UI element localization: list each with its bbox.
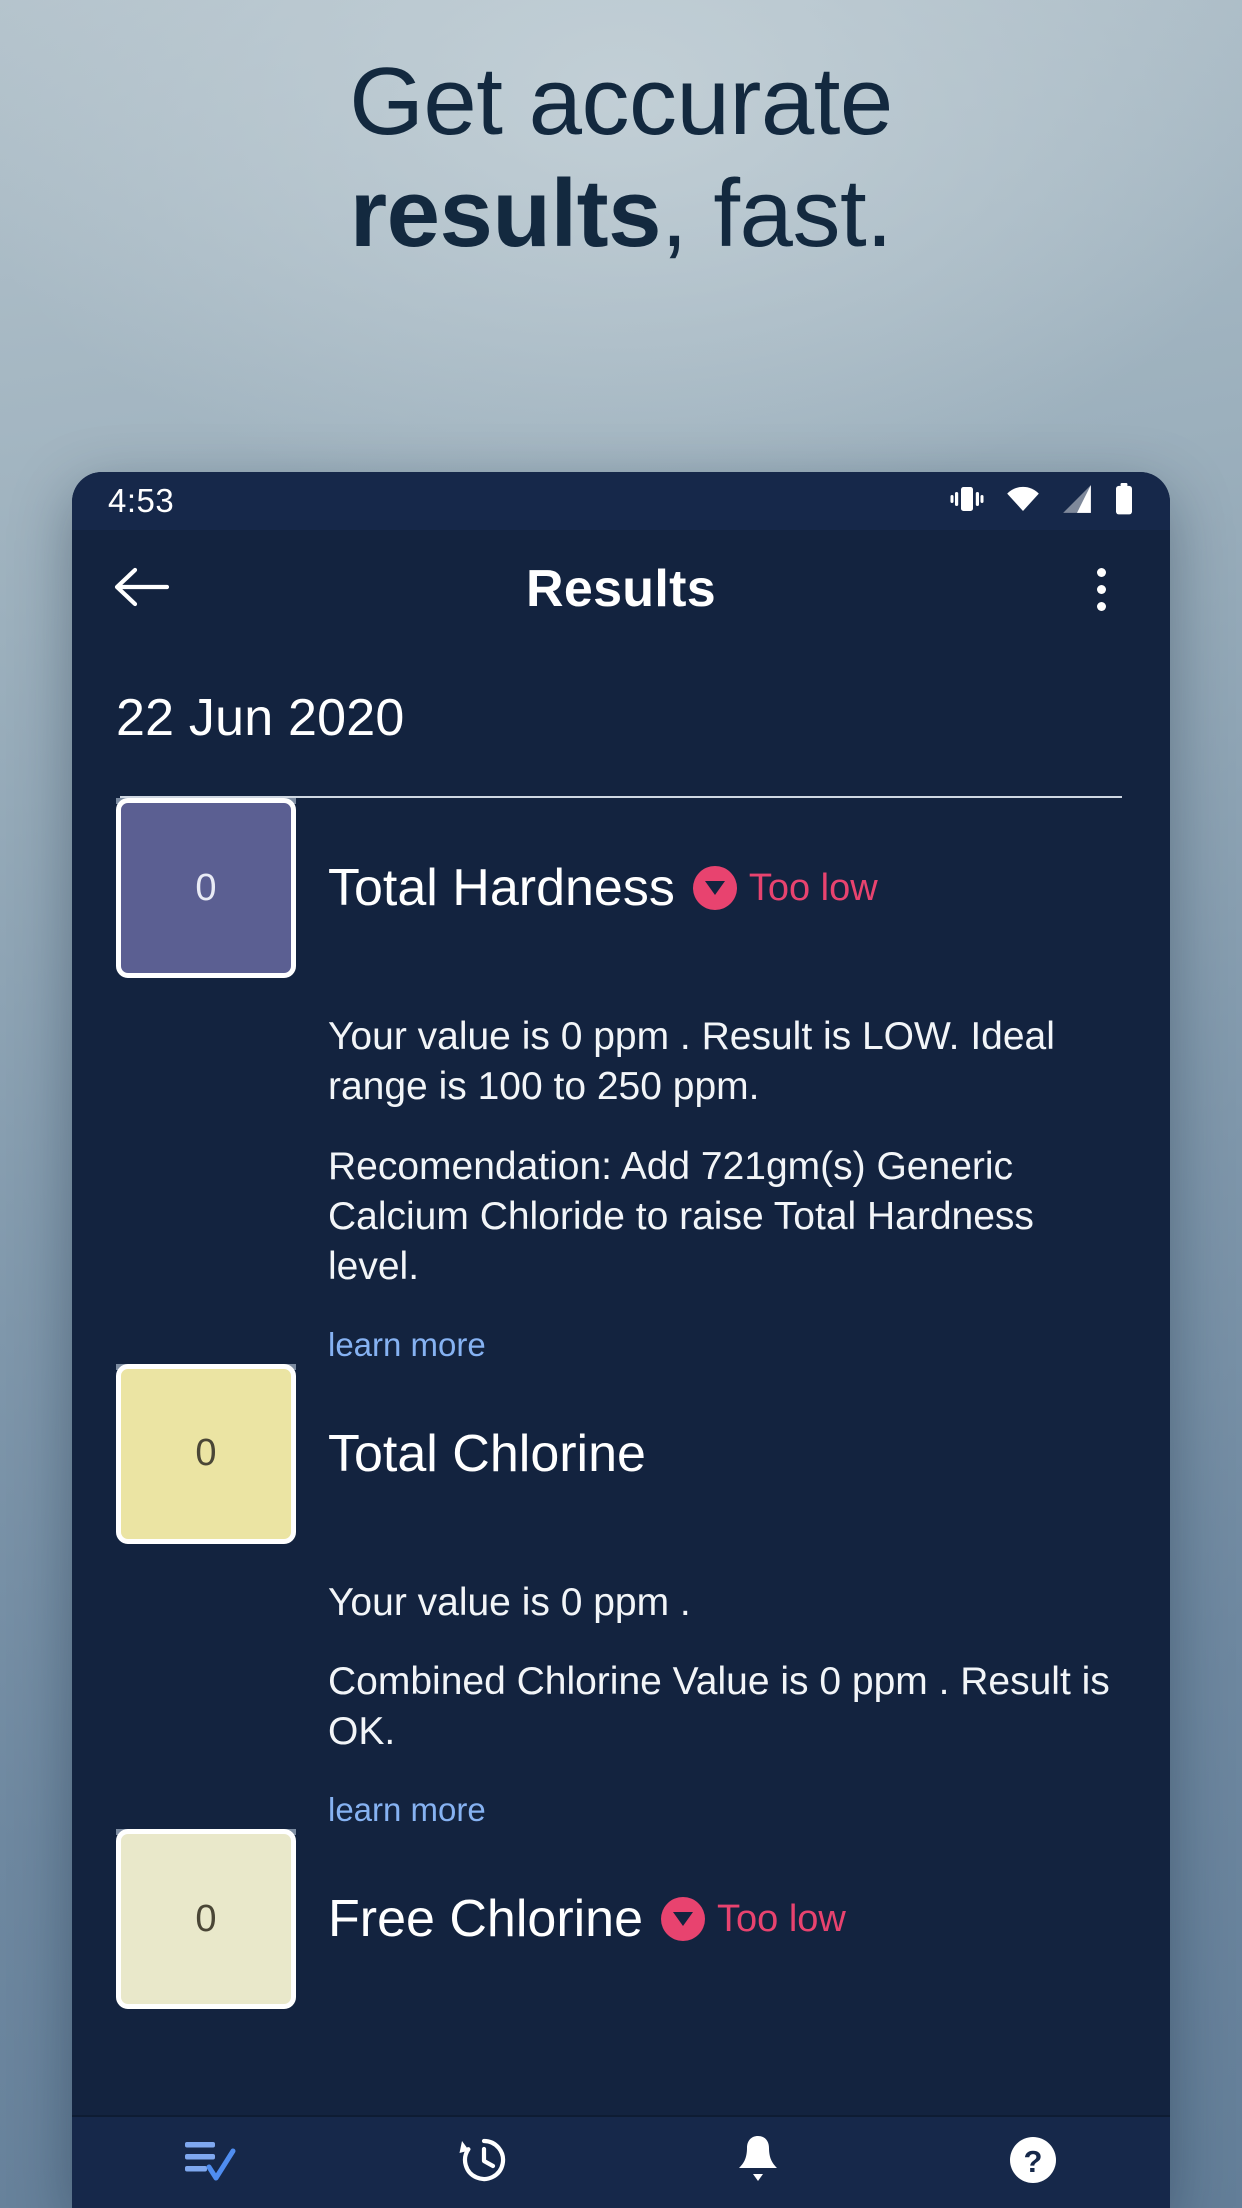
result-date: 22 Jun 2020 bbox=[116, 689, 405, 747]
result-value-swatch: 0 bbox=[116, 1363, 296, 1544]
triangle-down-icon bbox=[661, 1897, 706, 1942]
result-description: Recomendation: Add 721gm(s) Generic Calc… bbox=[328, 1144, 1034, 1288]
result-description: Combined Chlorine Value is 0 ppm . Resul… bbox=[328, 1660, 1110, 1754]
vibrate-icon bbox=[950, 484, 984, 519]
status-badge: Too low bbox=[661, 1897, 846, 1942]
cell-signal-icon bbox=[1062, 484, 1092, 519]
playlist-check-icon bbox=[181, 2134, 237, 2191]
nav-item-help[interactable]: ? bbox=[896, 2134, 1171, 2191]
page-title: Results bbox=[526, 560, 716, 618]
app-bar: Results bbox=[72, 530, 1170, 648]
nav-item-tests[interactable] bbox=[72, 2134, 347, 2191]
promo-line-2-rest: , fast. bbox=[661, 159, 893, 267]
bottom-navigation: ? bbox=[72, 2115, 1170, 2208]
status-bar-clock: 4:53 bbox=[108, 482, 175, 519]
learn-more-link[interactable]: learn more bbox=[328, 1326, 486, 1364]
result-value-swatch: 0 bbox=[116, 1829, 296, 2010]
back-button[interactable] bbox=[108, 556, 174, 622]
status-label: Too low bbox=[717, 1897, 846, 1940]
results-list: 0 Total Hardness Too low Your value is 0 pp… bbox=[72, 798, 1170, 2010]
status-label: Too low bbox=[748, 866, 878, 909]
result-header: Total Chlorine bbox=[328, 1364, 1130, 1544]
result-value-swatch: 0 bbox=[116, 798, 296, 978]
promo-line-1: Get accurate bbox=[349, 48, 893, 155]
promo-headline: Get accurate results, fast. bbox=[0, 0, 1242, 264]
battery-icon bbox=[1114, 482, 1134, 520]
result-row: 0 Total Chlorine Your value is 0 ppm . Comb… bbox=[72, 1363, 1170, 1830]
help-circle-icon: ? bbox=[1007, 2134, 1059, 2191]
result-block[interactable]: 0 Free Chlorine Too low bbox=[72, 1829, 1170, 2010]
result-block[interactable]: 0 Total Hardness Too low Your value is 0 pp… bbox=[72, 798, 1170, 1364]
history-icon bbox=[458, 2134, 510, 2191]
overflow-menu-button[interactable] bbox=[1068, 556, 1134, 622]
learn-more-link[interactable]: learn more bbox=[328, 1791, 486, 1829]
result-name: Free Chlorine bbox=[328, 1890, 644, 1949]
phone-mockup: 4:53 Results 22 Jun 2020 0 Total Hardnes… bbox=[72, 472, 1170, 2208]
status-badge: Too low bbox=[692, 866, 878, 910]
status-bar-icons bbox=[950, 482, 1134, 520]
result-block[interactable]: 0 Total Chlorine Your value is 0 ppm . Comb… bbox=[72, 1363, 1170, 1830]
status-bar: 4:53 bbox=[72, 472, 1170, 530]
promo-line-2: results, fast. bbox=[0, 163, 1242, 264]
wifi-icon bbox=[1006, 484, 1040, 519]
result-description: Your value is 0 ppm . Result is LOW. Ide… bbox=[328, 1015, 1055, 1108]
more-vertical-icon bbox=[1096, 567, 1106, 611]
result-row: 0 Free Chlorine Too low bbox=[72, 1829, 1170, 2010]
result-body: Total Hardness Too low Your value is 0 ppm… bbox=[296, 798, 1170, 1364]
promo-emphasis: results bbox=[349, 159, 662, 267]
nav-item-history[interactable] bbox=[347, 2134, 622, 2191]
arrow-left-icon bbox=[113, 565, 170, 614]
result-name: Total Chlorine bbox=[328, 1424, 646, 1483]
results-scroll-area[interactable]: 22 Jun 2020 0 Total Hardness Too low Your v… bbox=[72, 648, 1170, 2115]
bell-icon bbox=[735, 2133, 781, 2192]
result-header: Total Hardness Too low bbox=[328, 798, 1130, 978]
result-name: Total Hardness bbox=[328, 859, 675, 917]
nav-item-notifications[interactable] bbox=[621, 2133, 896, 2192]
result-body: Free Chlorine Too low bbox=[296, 1829, 1170, 2009]
triangle-down-icon bbox=[692, 866, 737, 910]
result-body: Total Chlorine Your value is 0 ppm . Combi… bbox=[296, 1364, 1170, 1830]
result-row: 0 Total Hardness Too low Your value is 0 pp… bbox=[72, 798, 1170, 1364]
result-description: Your value is 0 ppm . bbox=[328, 1580, 691, 1624]
result-header: Free Chlorine Too low bbox=[328, 1829, 1130, 2009]
svg-text:?: ? bbox=[1023, 2144, 1042, 2179]
